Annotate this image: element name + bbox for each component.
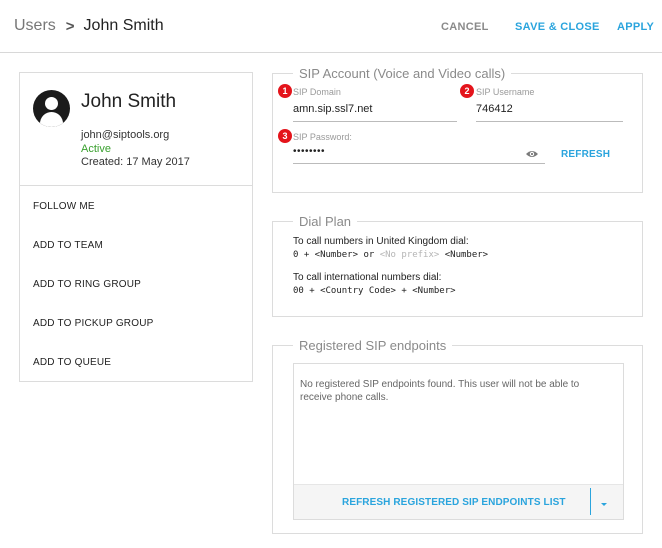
sip-domain-field[interactable]: amn.sip.ssl7.net [293, 103, 372, 115]
sip-account-legend: SIP Account (Voice and Video calls) [293, 66, 512, 81]
dial-plan-legend: Dial Plan [293, 214, 358, 229]
dial-plan-intl-heading: To call international numbers dial: [293, 272, 442, 283]
eye-icon[interactable] [525, 146, 539, 164]
page-header: Users > John Smith CANCEL SAVE & CLOSE A… [0, 0, 662, 53]
user-email: john@siptools.org [81, 129, 170, 141]
dial-plan-intl-rule: 00 + <Country Code> + <Number> [293, 286, 456, 296]
chevron-down-icon[interactable] [600, 494, 608, 512]
save-close-button[interactable]: SAVE & CLOSE [515, 21, 600, 33]
sip-account-section: SIP Account (Voice and Video calls) 1 SI… [272, 66, 643, 193]
add-to-team-action[interactable]: ADD TO TEAM [33, 240, 103, 251]
breadcrumb-users-link[interactable]: Users [14, 17, 56, 35]
add-to-queue-action[interactable]: ADD TO QUEUE [33, 357, 111, 368]
registered-endpoints-legend: Registered SIP endpoints [293, 338, 453, 353]
sip-password-underline [293, 163, 545, 164]
user-created-date: Created: 17 May 2017 [81, 156, 190, 168]
account-circle-icon [33, 90, 70, 127]
dial-plan-uk-heading: To call numbers in United Kingdom dial: [293, 236, 469, 247]
sip-username-underline [476, 121, 623, 122]
breadcrumb-separator: > [65, 17, 75, 35]
callout-badge-1: 1 [278, 84, 292, 98]
user-name: John Smith [81, 91, 177, 112]
cancel-button[interactable]: CANCEL [441, 21, 489, 33]
sip-domain-underline [293, 121, 457, 122]
follow-me-action[interactable]: FOLLOW ME [33, 201, 95, 212]
add-to-ring-group-action[interactable]: ADD TO RING GROUP [33, 279, 141, 290]
divider [20, 185, 252, 186]
breadcrumb-current: John Smith [83, 17, 164, 34]
sip-password-field[interactable]: •••••••• [293, 146, 325, 157]
apply-button[interactable]: APPLY [617, 21, 654, 33]
registered-endpoints-section: Registered SIP endpoints No registered S… [272, 338, 643, 534]
user-card: John Smith john@siptools.org Active Crea… [19, 72, 253, 382]
endpoints-empty-message: No registered SIP endpoints found. This … [300, 379, 580, 403]
sip-domain-label: SIP Domain [293, 87, 341, 97]
sip-username-label: SIP Username [476, 87, 535, 97]
toolbar-separator [590, 488, 591, 515]
refresh-endpoints-button[interactable]: REFRESH REGISTERED SIP ENDPOINTS LIST [342, 497, 566, 508]
endpoints-toolbar: REFRESH REGISTERED SIP ENDPOINTS LIST [294, 484, 623, 519]
callout-badge-3: 3 [278, 129, 292, 143]
endpoints-list: No registered SIP endpoints found. This … [293, 363, 624, 520]
sip-username-field[interactable]: 746412 [476, 103, 513, 115]
refresh-password-button[interactable]: REFRESH [561, 149, 610, 160]
add-to-pickup-group-action[interactable]: ADD TO PICKUP GROUP [33, 318, 154, 329]
dial-plan-section: Dial Plan To call numbers in United King… [272, 214, 643, 317]
sip-password-label: SIP Password: [293, 132, 352, 142]
dial-plan-uk-rule: 0 + <Number> or <No prefix> <Number> [293, 250, 489, 260]
breadcrumb: Users > John Smith [14, 17, 164, 35]
user-status: Active [81, 143, 111, 155]
callout-badge-2: 2 [460, 84, 474, 98]
